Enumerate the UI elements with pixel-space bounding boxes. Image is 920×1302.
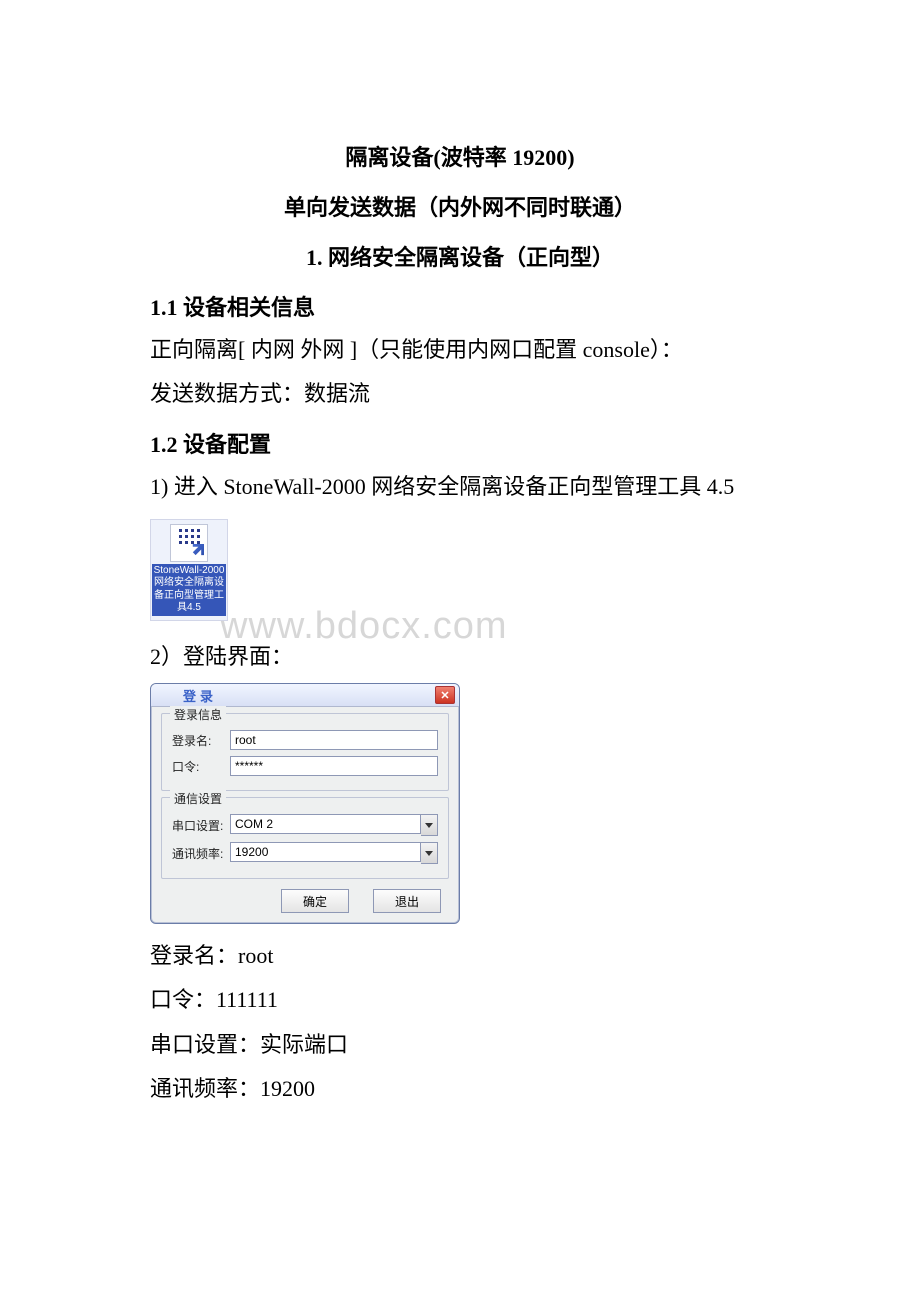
close-icon: ✕ [440, 689, 449, 702]
ok-button[interactable]: 确定 [281, 889, 349, 913]
chevron-down-icon [425, 823, 433, 828]
dialog-title: 登录 [183, 686, 217, 705]
login-name-label: 登录名: [172, 732, 230, 749]
close-button[interactable]: ✕ [435, 686, 455, 704]
group-comm-settings: 通信设置 串口设置: COM 2 通讯频率: 19200 [161, 797, 449, 879]
com-port-label: 串口设置: [172, 817, 230, 834]
desktop-shortcut-label: StoneWall-2000网络安全隔离设备正向型管理工具4.5 [152, 564, 226, 616]
group-login-info: 登录信息 登录名: 口令: [161, 713, 449, 791]
para-1-1b: 发送数据方式：数据流 [150, 376, 770, 412]
group-login-legend: 登录信息 [170, 706, 226, 723]
doc-title-3: 1. 网络安全隔离设备（正向型） [150, 240, 770, 272]
baud-rate-dropdown-button[interactable] [421, 842, 438, 864]
doc-title-1: 隔离设备(波特率 19200) [150, 140, 770, 172]
document-page: www.bdocx.com 隔离设备(波特率 19200) 单向发送数据（内外网… [0, 0, 920, 1175]
para-login-name: 登录名：root [150, 938, 770, 974]
desktop-shortcut[interactable]: StoneWall-2000网络安全隔离设备正向型管理工具4.5 [150, 519, 228, 621]
app-icon [170, 524, 208, 562]
group-comm-legend: 通信设置 [170, 790, 226, 807]
para-1-1a: 正向隔离[ 内网 外网 ]（只能使用内网口配置 console）： [150, 332, 770, 368]
para-1-2b: 2）登陆界面： [150, 639, 770, 675]
password-input[interactable] [230, 756, 438, 776]
baud-rate-select[interactable]: 19200 [230, 842, 438, 864]
dialog-titlebar: 登录 ✕ [151, 684, 459, 707]
dialog-button-row: 确定 退出 [161, 885, 449, 913]
com-port-value: COM 2 [230, 814, 421, 834]
chevron-down-icon [425, 851, 433, 856]
baud-rate-label: 通讯频率: [172, 845, 230, 862]
dialog-body: 登录信息 登录名: 口令: 通信设置 串口设置: COM 2 [151, 707, 459, 923]
doc-title-2: 单向发送数据（内外网不同时联通） [150, 190, 770, 222]
para-baud: 通讯频率：19200 [150, 1071, 770, 1107]
baud-rate-value: 19200 [230, 842, 421, 862]
password-label: 口令: [172, 758, 230, 775]
para-com: 串口设置：实际端口 [150, 1027, 770, 1063]
para-password: 口令：111111 [150, 982, 770, 1018]
login-dialog: 登录 ✕ 登录信息 登录名: 口令: 通信设置 串口设置: [150, 683, 460, 924]
com-port-select[interactable]: COM 2 [230, 814, 438, 836]
heading-1-1: 1.1 设备相关信息 [150, 290, 770, 322]
heading-1-2: 1.2 设备配置 [150, 427, 770, 459]
login-name-input[interactable] [230, 730, 438, 750]
com-port-dropdown-button[interactable] [421, 814, 438, 836]
cancel-button[interactable]: 退出 [373, 889, 441, 913]
para-1-2a: 1) 进入 StoneWall-2000 网络安全隔离设备正向型管理工具 4.5 [150, 469, 770, 505]
